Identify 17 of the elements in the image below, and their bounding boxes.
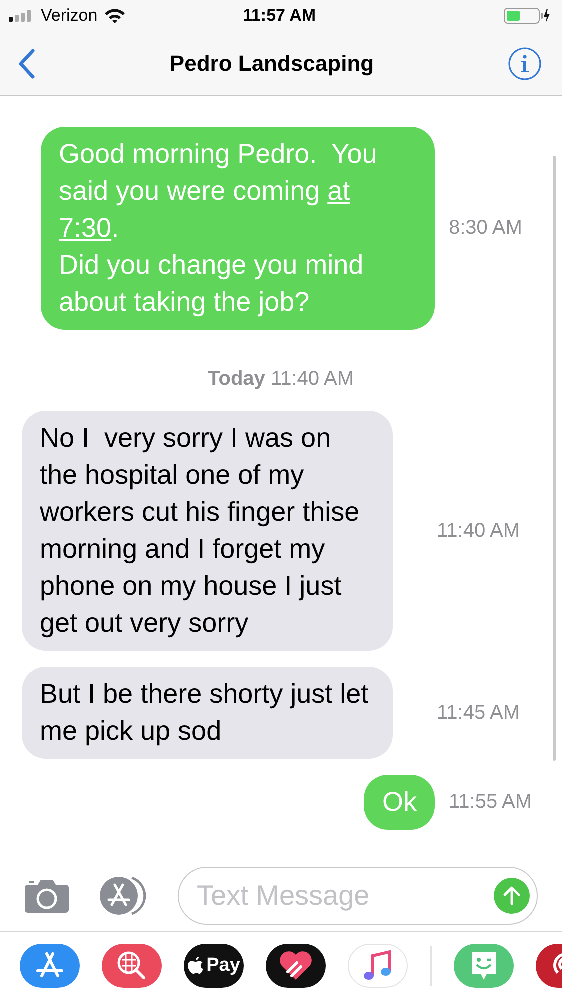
status-time: 11:57 AM <box>242 6 316 26</box>
message-bubble: Ok <box>364 775 435 830</box>
message-time: 11:40 AM <box>437 520 522 542</box>
carrier-name: Verizon <box>41 6 98 26</box>
message-field[interactable]: Text Message <box>178 867 538 925</box>
date-header: Today 11:40 AM <box>208 368 354 391</box>
message-bubble: But I be there shorty just let me pick up sod <box>22 667 393 759</box>
message-bubble: Good morning Pedro. You said you were coming at 7:30. Did you change you mind about taking the job? <box>41 127 435 330</box>
contact-name: Pedro Landscaping <box>170 50 374 76</box>
message-time: 11:45 AM <box>437 702 522 724</box>
message-time: 11:55 AM <box>449 791 534 814</box>
time-link[interactable]: at <box>328 176 350 206</box>
pay-label: Pay <box>206 955 240 977</box>
time-link[interactable]: 7:30 <box>59 213 112 243</box>
message-time: 8:30 AM <box>449 217 524 240</box>
message-bubble: No I very sorry I was on the hospital one of my workers cut his finger thise morning and I forget my phone on my house I just get out very sorry <box>22 411 393 651</box>
pay-app-button[interactable]: Pay <box>184 944 244 988</box>
